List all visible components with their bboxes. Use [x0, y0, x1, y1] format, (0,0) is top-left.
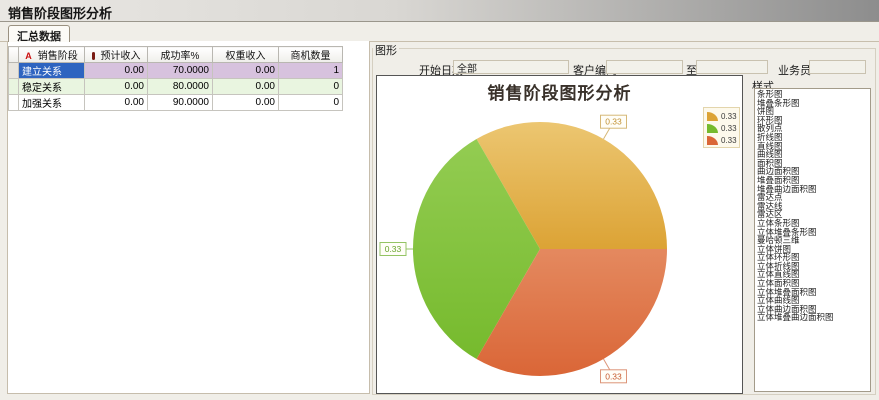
table-header-row: A 销售阶段 预计收入 成功率% 权重收入 商机数量 [9, 47, 343, 63]
style-list[interactable]: 条形图堆叠条形图饼图环形图散列点折线图直线图曲线图面积图曲边面积图堆叠面积图堆叠… [754, 88, 871, 392]
table-row[interactable]: 加强关系 0.00 90.0000 0.00 0 [9, 95, 343, 111]
cell-count[interactable]: 1 [279, 63, 343, 79]
row-indicator[interactable] [9, 95, 19, 111]
graph-groupbox: 开始日期 客户编码 至 业务员 0.330.330.33 销售阶段图形分析 0.… [372, 48, 876, 395]
customer-code-input[interactable] [606, 60, 683, 74]
legend-swatch-gold [707, 112, 718, 121]
cell-stage[interactable]: 稳定关系 [19, 79, 85, 95]
column-header-weighted[interactable]: 权重收入 [213, 47, 279, 63]
summary-table: A 销售阶段 预计收入 成功率% 权重收入 商机数量 建立关系 0.00 70.0… [8, 46, 343, 111]
legend-entry: 0.33 [707, 110, 739, 122]
style-list-item[interactable]: 立体堆叠曲边面积图 [757, 313, 870, 322]
legend-swatch-red [707, 136, 718, 145]
graph-groupbox-label: 图形 [373, 42, 399, 58]
cell-success[interactable]: 90.0000 [148, 95, 213, 111]
table-row[interactable]: 稳定关系 0.00 80.0000 0.00 0 [9, 79, 343, 95]
chart-title: 销售阶段图形分析 [377, 79, 742, 104]
cell-expected[interactable]: 0.00 [85, 63, 148, 79]
cell-weighted[interactable]: 0.00 [213, 95, 279, 111]
legend-value: 0.33 [721, 136, 737, 145]
cell-expected[interactable]: 0.00 [85, 95, 148, 111]
tab-summary-data[interactable]: 汇总数据 [8, 25, 70, 42]
legend-entry: 0.33 [707, 122, 739, 134]
chart-legend: 0.33 0.33 0.33 [703, 107, 740, 148]
row-indicator[interactable] [9, 79, 19, 95]
column-header-stage[interactable]: A 销售阶段 [19, 47, 85, 63]
cell-success[interactable]: 80.0000 [148, 79, 213, 95]
cell-expected[interactable]: 0.00 [85, 79, 148, 95]
legend-entry: 0.33 [707, 134, 739, 146]
cell-count[interactable]: 0 [279, 95, 343, 111]
cell-weighted[interactable]: 0.00 [213, 79, 279, 95]
legend-value: 0.33 [721, 112, 737, 121]
column-header-label: 预计收入 [101, 51, 141, 62]
start-date-combo[interactable] [453, 60, 569, 74]
column-header-success[interactable]: 成功率% [148, 47, 213, 63]
legend-swatch-green [707, 124, 718, 133]
pie-chart-svg: 0.33 0.33 0.33 [377, 76, 742, 393]
cell-success[interactable]: 70.0000 [148, 63, 213, 79]
column-header-expected[interactable]: 预计收入 [85, 47, 148, 63]
pie-callout-label: 0.33 [605, 371, 622, 381]
cell-stage[interactable]: 建立关系 [19, 63, 85, 79]
row-indicator-header[interactable] [9, 47, 19, 63]
salesman-label: 业务员 [778, 62, 811, 78]
row-indicator[interactable] [9, 63, 19, 79]
column-header-count[interactable]: 商机数量 [279, 47, 343, 63]
app-window: 销售阶段图形分析 汇总数据 A 销售阶段 预计收入 成功率% 权重收入 商机数量 … [0, 0, 879, 400]
pie-callout-label: 0.33 [605, 117, 622, 127]
text-format-icon: A [25, 51, 32, 61]
cell-count[interactable]: 0 [279, 79, 343, 95]
customer-code-to-input[interactable] [696, 60, 768, 74]
salesman-input[interactable] [809, 60, 866, 74]
pie-chart-area: 0.33 0.33 0.33 销售阶段图形分析 0.33 0.33 0.33 [376, 75, 743, 394]
page-title: 销售阶段图形分析 [8, 3, 112, 22]
pie-callout-label: 0.33 [385, 244, 402, 254]
window-titlebar: 销售阶段图形分析 [0, 0, 879, 22]
table-row[interactable]: 建立关系 0.00 70.0000 0.00 1 [9, 63, 343, 79]
column-marker-icon [92, 52, 95, 60]
column-header-label: 销售阶段 [38, 51, 78, 62]
cell-stage[interactable]: 加强关系 [19, 95, 85, 111]
legend-value: 0.33 [721, 124, 737, 133]
summary-grid-panel: A 销售阶段 预计收入 成功率% 权重收入 商机数量 建立关系 0.00 70.0… [7, 41, 370, 394]
cell-weighted[interactable]: 0.00 [213, 63, 279, 79]
